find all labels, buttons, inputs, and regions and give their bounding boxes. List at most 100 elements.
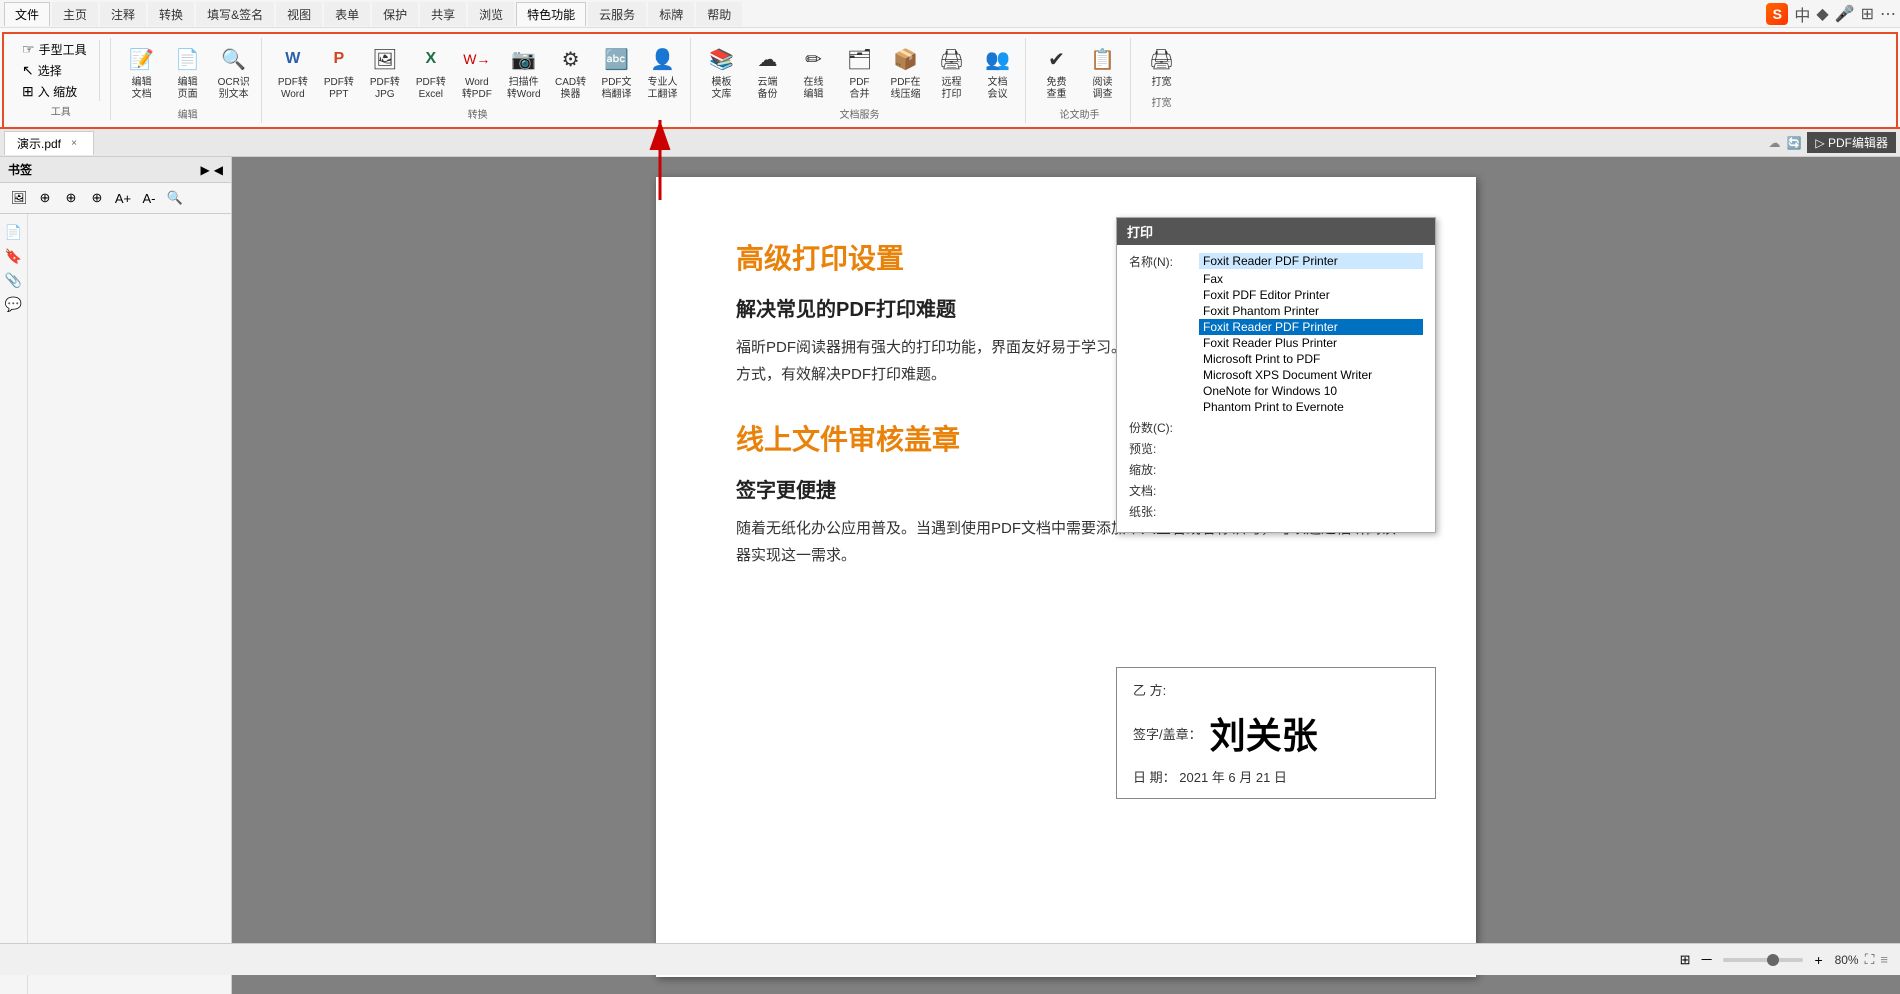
print-action-btn[interactable]: 🖨 打宽: [1141, 40, 1183, 92]
pdf-editor-panel-label[interactable]: ▷ PDF编辑器: [1807, 132, 1896, 153]
pdf-to-jpg-btn[interactable]: 🖼 PDF转 JPG: [364, 40, 406, 104]
pdf-jpg-label: PDF转 JPG: [370, 77, 400, 101]
printer-ms-pdf[interactable]: Microsoft Print to PDF: [1199, 351, 1423, 367]
tools-group-label: 工具: [51, 103, 71, 118]
ribbon-group-doc-services: 📚 模板 文库 ☁ 云端 备份 ✏ 在线 编辑 🗂 PDF 合并 📦: [695, 38, 1026, 123]
menu-browse[interactable]: 浏览: [468, 2, 514, 26]
pdf-compress-btn[interactable]: 📦 PDF在 线压缩: [885, 40, 927, 104]
online-edit-btn[interactable]: ✏ 在线 编辑: [793, 40, 835, 104]
shrink-tool-btn[interactable]: ⊞ 入 缩放: [18, 82, 91, 101]
printer-name-label: 名称(N):: [1129, 253, 1199, 270]
printer-fax[interactable]: Fax: [1199, 271, 1423, 287]
zoom-slider[interactable]: [1723, 958, 1803, 962]
bookmark-add3-icon[interactable]: ⊕: [86, 187, 108, 209]
mic-icon[interactable]: 🎤: [1835, 4, 1855, 24]
word-to-pdf-btn[interactable]: W→ Word 转PDF: [456, 40, 498, 104]
pdf-word-label: PDF转 Word: [278, 77, 308, 101]
sidebar-attach-icon[interactable]: 📎: [4, 270, 24, 290]
cloud-backup-btn[interactable]: ☁ 云端 备份: [747, 40, 789, 104]
menu-forms[interactable]: 表单: [324, 2, 370, 26]
preview-label: 预览:: [1129, 440, 1199, 457]
input-method-icon[interactable]: 中: [1794, 2, 1810, 26]
pdf-merge-btn[interactable]: 🗂 PDF 合并: [839, 40, 881, 104]
edit-page-label: 编辑 页面: [178, 77, 198, 101]
menu-file[interactable]: 文件: [4, 2, 50, 26]
doc-meeting-btn[interactable]: 👥 文档 会议: [977, 40, 1019, 104]
doc-meeting-label: 文档 会议: [988, 77, 1008, 101]
menu-special[interactable]: 特色功能: [516, 2, 586, 26]
pdf-word-icon: W: [277, 43, 309, 75]
fit-page-icon[interactable]: ⊞: [1680, 952, 1691, 968]
edit-group-label: 编辑: [178, 106, 198, 121]
sidebar-comment-icon[interactable]: 💬: [4, 294, 24, 314]
ocr-btn[interactable]: 🔍 OCR识 别文本: [213, 40, 255, 104]
zoom-thumb[interactable]: [1767, 954, 1779, 966]
expert-translate-btn[interactable]: 👤 专业人 工翻译: [642, 40, 684, 104]
cad-icon: ⚙: [555, 43, 587, 75]
menu-protect[interactable]: 保护: [372, 2, 418, 26]
cad-btn[interactable]: ⚙ CAD转 换器: [550, 40, 592, 104]
doc-tab-close-btn[interactable]: ×: [67, 136, 81, 150]
printer-foxit-reader[interactable]: Foxit Reader PDF Printer: [1199, 319, 1423, 335]
menu-view[interactable]: 视图: [276, 2, 322, 26]
bookmark-add-icon[interactable]: ⊕: [34, 187, 56, 209]
sidebar-nav-forward[interactable]: ▶: [201, 163, 210, 177]
menu-fill-sign[interactable]: 填写&签名: [196, 2, 274, 26]
doc-row: 文档:: [1129, 482, 1423, 499]
printer-foxit-phantom[interactable]: Foxit Phantom Printer: [1199, 303, 1423, 319]
pdf-to-ppt-btn[interactable]: P PDF转 PPT: [318, 40, 360, 104]
remote-print-label: 远程 打印: [942, 77, 962, 101]
menu-signage[interactable]: 标牌: [648, 2, 694, 26]
edit-doc-label: 编辑 文档: [132, 77, 152, 101]
sidebar-bookmark-icon[interactable]: 🔖: [4, 246, 24, 266]
sidebar-title: 书签: [8, 161, 32, 178]
printer-name-row: 名称(N): Foxit Reader PDF Printer Fax Foxi…: [1129, 253, 1423, 415]
bookmark-add2-icon[interactable]: ⊕: [60, 187, 82, 209]
edit-doc-btn[interactable]: 📝 编辑 文档: [121, 40, 163, 104]
menu-convert[interactable]: 转换: [148, 2, 194, 26]
search-sidebar-icon[interactable]: 🔍: [164, 187, 186, 209]
fullscreen-icon[interactable]: ⛶: [1865, 951, 1875, 968]
menu-home[interactable]: 主页: [52, 2, 98, 26]
select-tool-btn[interactable]: ↖ 选择: [18, 61, 91, 80]
sidebar-page-icon[interactable]: 📄: [4, 222, 24, 242]
more-icon[interactable]: ⋯: [1880, 4, 1896, 24]
menu-annotation[interactable]: 注释: [100, 2, 146, 26]
printer-onenote[interactable]: OneNote for Windows 10: [1199, 383, 1423, 399]
menu-cloud[interactable]: 云服务: [588, 2, 646, 26]
pdf-to-word-btn[interactable]: W PDF转 Word: [272, 40, 314, 104]
cad-label: CAD转 换器: [555, 77, 586, 101]
doc-tab[interactable]: 演示.pdf ×: [4, 131, 94, 155]
printer-foxit-plus[interactable]: Foxit Reader Plus Printer: [1199, 335, 1423, 351]
pdf-to-excel-btn[interactable]: X PDF转 Excel: [410, 40, 452, 104]
templates-btn[interactable]: 📚 模板 文库: [701, 40, 743, 104]
pdf-translate-btn[interactable]: 🔤 PDF文 档翻译: [596, 40, 638, 104]
title-bar: 文件 主页 注释 转换 填写&签名 视图 表单 保护 共享 浏览 特色功能 云服…: [0, 0, 1900, 28]
printer-ms-xps[interactable]: Microsoft XPS Document Writer: [1199, 367, 1423, 383]
bookmark-expand-icon[interactable]: 🖼: [8, 187, 30, 209]
menu-share[interactable]: 共享: [420, 2, 466, 26]
pdf-translate-label: PDF文 档翻译: [602, 77, 632, 101]
free-check-icon: ✔: [1041, 43, 1073, 75]
copies-label: 份数(C):: [1129, 419, 1199, 436]
zoom-plus-btn[interactable]: +: [1809, 950, 1829, 970]
hand-tool-btn[interactable]: ☞ 手型工具: [18, 40, 91, 59]
grid-icon[interactable]: ⊞: [1861, 4, 1874, 24]
print-items: 🖨 打宽: [1141, 40, 1183, 92]
font-increase-icon[interactable]: A+: [112, 187, 134, 209]
sidebar-nav-back[interactable]: ◀: [214, 163, 223, 177]
font-decrease-icon[interactable]: A-: [138, 187, 160, 209]
free-check-btn[interactable]: ✔ 免费 查重: [1036, 40, 1078, 104]
remote-print-btn[interactable]: 🖨 远程 打印: [931, 40, 973, 104]
zoom-minus-btn[interactable]: －: [1697, 950, 1717, 970]
printer-name-input[interactable]: Foxit Reader PDF Printer: [1199, 253, 1423, 269]
diamond-icon[interactable]: ◆: [1816, 4, 1828, 24]
menu-help[interactable]: 帮助: [696, 2, 742, 26]
edit-page-btn[interactable]: 📄 编辑 页面: [167, 40, 209, 104]
scan-to-word-btn[interactable]: 📷 扫描件 转Word: [502, 40, 546, 104]
printer-phantom-evernote[interactable]: Phantom Print to Evernote: [1199, 399, 1423, 415]
expert-translate-icon: 👤: [647, 43, 679, 75]
reading-check-btn[interactable]: 📋 阅读 调查: [1082, 40, 1124, 104]
printer-foxit-editor[interactable]: Foxit PDF Editor Printer: [1199, 287, 1423, 303]
pdf-page: 高级打印设置 解决常见的PDF打印难题 福昕PDF阅读器拥有强大的打印功能，界面…: [656, 177, 1476, 977]
